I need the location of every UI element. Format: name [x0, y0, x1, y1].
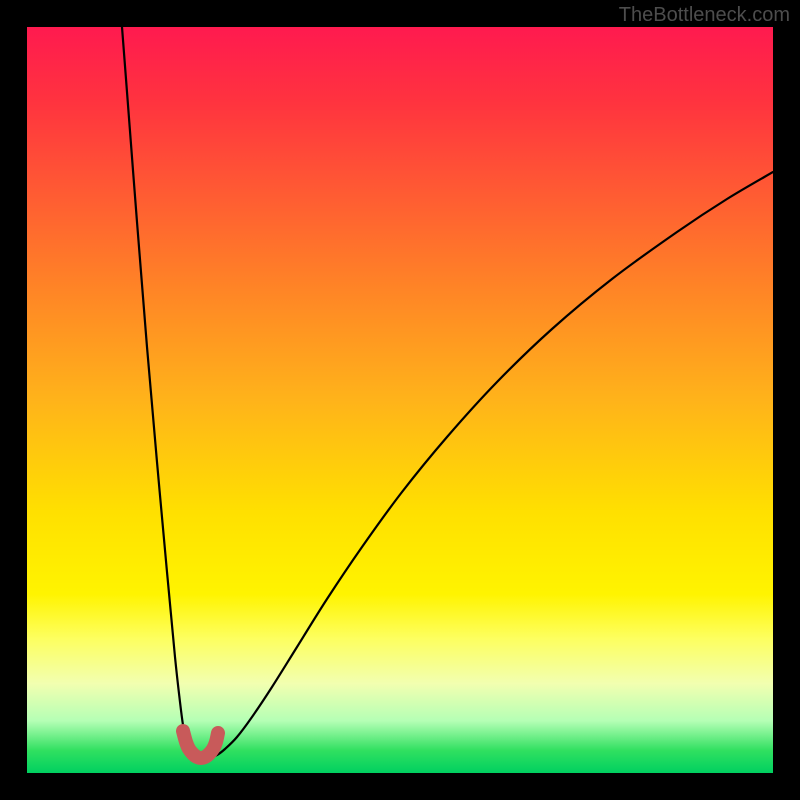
- trough-highlight: [183, 731, 218, 758]
- watermark-text: TheBottleneck.com: [619, 4, 790, 27]
- left-curve: [122, 27, 202, 757]
- right-curve: [202, 172, 773, 757]
- chart-plot-area: [27, 27, 773, 773]
- chart-frame: TheBottleneck.com: [0, 0, 800, 800]
- chart-svg: [27, 27, 773, 773]
